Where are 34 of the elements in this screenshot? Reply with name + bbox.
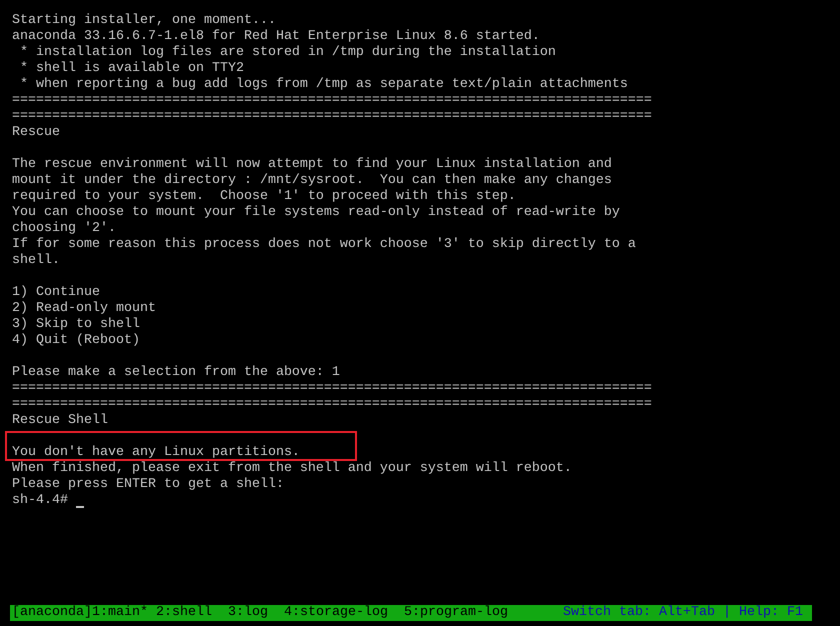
console-line: Rescue Shell xyxy=(12,413,108,429)
separator-line: ================================================================================ xyxy=(12,397,652,413)
console-tab[interactable]: [anaconda]1:main* xyxy=(12,605,148,621)
text-cursor xyxy=(76,506,84,508)
console-line: Starting installer, one moment... xyxy=(12,13,276,29)
shell-prompt: sh-4.4# xyxy=(12,493,68,509)
separator-line: ================================================================================ xyxy=(12,93,652,109)
shortcut-hint: Switch tab: Alt+Tab | Help: F1 xyxy=(563,605,803,621)
console-line: Please make a selection from the above: 1 xyxy=(12,365,340,381)
console-tab[interactable]: 5:program-log xyxy=(404,605,508,621)
console-line: choosing '2'. xyxy=(12,221,116,237)
menu-option[interactable]: 4) Quit (Reboot) xyxy=(12,333,140,349)
menu-option[interactable]: 3) Skip to shell xyxy=(12,317,140,333)
console-tab[interactable]: 3:log xyxy=(228,605,268,621)
console-line: The rescue environment will now attempt to find your Linux installation and xyxy=(12,157,612,173)
console-tab[interactable]: 4:storage-log xyxy=(284,605,388,621)
console-line: shell. xyxy=(12,253,60,269)
menu-option[interactable]: 2) Read-only mount xyxy=(12,301,156,317)
console-line: * installation log files are stored in /tmp during the installation xyxy=(18,45,556,61)
console-line: * shell is available on TTY2 xyxy=(18,61,244,77)
console-line: You can choose to mount your file systems read-only instead of read-write by xyxy=(12,205,620,221)
separator-line: ================================================================================ xyxy=(12,381,652,397)
console-line: * when reporting a bug add logs from /tmp as separate text/plain attachments xyxy=(18,77,628,93)
console-line: required to your system. Choose '1' to proceed with this step. xyxy=(12,189,516,205)
console-line: If for some reason this process does not work choose '3' to skip directly to a xyxy=(12,237,636,253)
console-line: anaconda 33.16.6.7-1.el8 for Red Hat Enterprise Linux 8.6 started. xyxy=(12,29,540,45)
console-tab[interactable]: 2:shell xyxy=(156,605,212,621)
console-line: Please press ENTER to get a shell: xyxy=(12,477,284,493)
console-line: mount it under the directory : /mnt/sysroot. You can then make any changes xyxy=(12,173,612,189)
console-line: You don't have any Linux partitions. xyxy=(12,445,300,461)
menu-option[interactable]: 1) Continue xyxy=(12,285,100,301)
console-line: Rescue xyxy=(12,125,60,141)
console-line: When finished, please exit from the shell and your system will reboot. xyxy=(12,461,572,477)
separator-line: ================================================================================ xyxy=(12,109,652,125)
